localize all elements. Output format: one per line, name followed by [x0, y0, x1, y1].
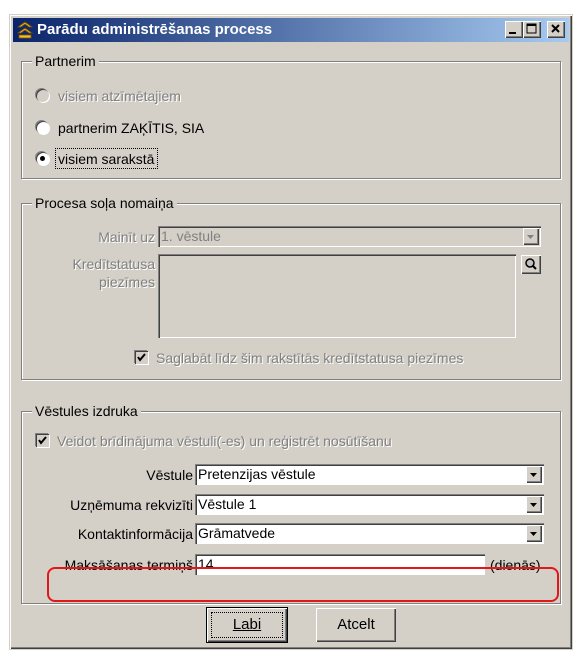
highlight-annotation [47, 567, 559, 602]
dialog-window: Parādu administrēšanas process Partnerim… [9, 14, 573, 650]
radio-all-marked[interactable] [36, 89, 49, 102]
notes-lookup-button[interactable] [521, 255, 541, 274]
contact-dropdown[interactable]: Grāmatvede [195, 523, 544, 544]
change-to-value: 1. vēstule [161, 228, 221, 244]
magnifier-icon [525, 258, 537, 270]
close-button[interactable] [547, 21, 565, 38]
requisites-label: Uzņēmuma rekvizīti [70, 497, 193, 513]
credit-notes-label-line2: piezīmes [98, 274, 155, 290]
minimize-button[interactable] [505, 21, 523, 38]
minimize-icon [509, 32, 516, 34]
process-step-group: Procesa soļa nomaiņa Mainīt uz 1. vēstul… [21, 195, 561, 380]
requisites-value: Vēstule 1 [198, 496, 257, 512]
requisites-dropdown-button[interactable] [526, 496, 542, 513]
change-to-dropdown-button[interactable] [523, 228, 539, 245]
window-title: Parādu administrēšanas process [37, 21, 273, 38]
checkmark-icon [137, 353, 146, 362]
radio-partner-label: partnerim ZAĶĪTIS, SIA [58, 120, 205, 136]
letter-dropdown[interactable]: Pretenzijas vēstule [195, 464, 544, 485]
letter-print-group-legend: Vēstules izdruka [32, 403, 141, 419]
contact-label: Kontaktinformācija [77, 526, 193, 542]
change-to-label: Mainīt uz [98, 229, 155, 245]
chevron-down-icon [530, 473, 537, 477]
contact-value: Grāmatvede [198, 525, 276, 541]
radio-all-in-list-label: visiem sarakstā [58, 151, 155, 167]
requisites-dropdown[interactable]: Vēstule 1 [195, 494, 544, 515]
cancel-button-label: Atcelt [337, 616, 375, 633]
letter-label: Vēstule [146, 467, 193, 483]
close-icon [551, 24, 560, 33]
process-step-group-legend: Procesa soļa nomaiņa [32, 195, 177, 211]
radio-all-marked-label: visiem atzīmētajiem [58, 88, 181, 104]
create-warning-label: Veidot brīdinājuma vēstuli(-es) un reģis… [57, 433, 392, 449]
app-icon [16, 21, 34, 39]
chevron-down-icon [530, 503, 537, 507]
chevron-down-icon [527, 235, 534, 239]
credit-notes-textarea[interactable] [158, 254, 516, 338]
title-bar[interactable]: Parādu administrēšanas process [13, 18, 569, 42]
chevron-down-icon [530, 532, 537, 536]
radio-partner[interactable] [36, 121, 49, 134]
checkmark-icon [38, 436, 47, 445]
partner-group: Partnerim visiem atzīmētajiem partnerim … [21, 53, 561, 179]
save-notes-checkbox[interactable] [135, 351, 148, 364]
letter-value: Pretenzijas vēstule [198, 466, 316, 482]
ok-button[interactable]: Labi [206, 607, 288, 643]
change-to-dropdown[interactable]: 1. vēstule [158, 226, 541, 247]
letter-dropdown-button[interactable] [526, 466, 542, 483]
partner-group-legend: Partnerim [32, 53, 99, 69]
radio-all-in-list[interactable] [36, 152, 49, 165]
contact-dropdown-button[interactable] [526, 525, 542, 542]
save-notes-label: Saglabāt līdz šim rakstītās kredītstatus… [156, 350, 464, 366]
credit-notes-label-line1: Kredītstatusa [72, 256, 156, 272]
cancel-button[interactable]: Atcelt [316, 608, 396, 642]
create-warning-checkbox[interactable] [36, 434, 49, 447]
maximize-icon [526, 23, 537, 34]
maximize-button[interactable] [523, 21, 541, 38]
